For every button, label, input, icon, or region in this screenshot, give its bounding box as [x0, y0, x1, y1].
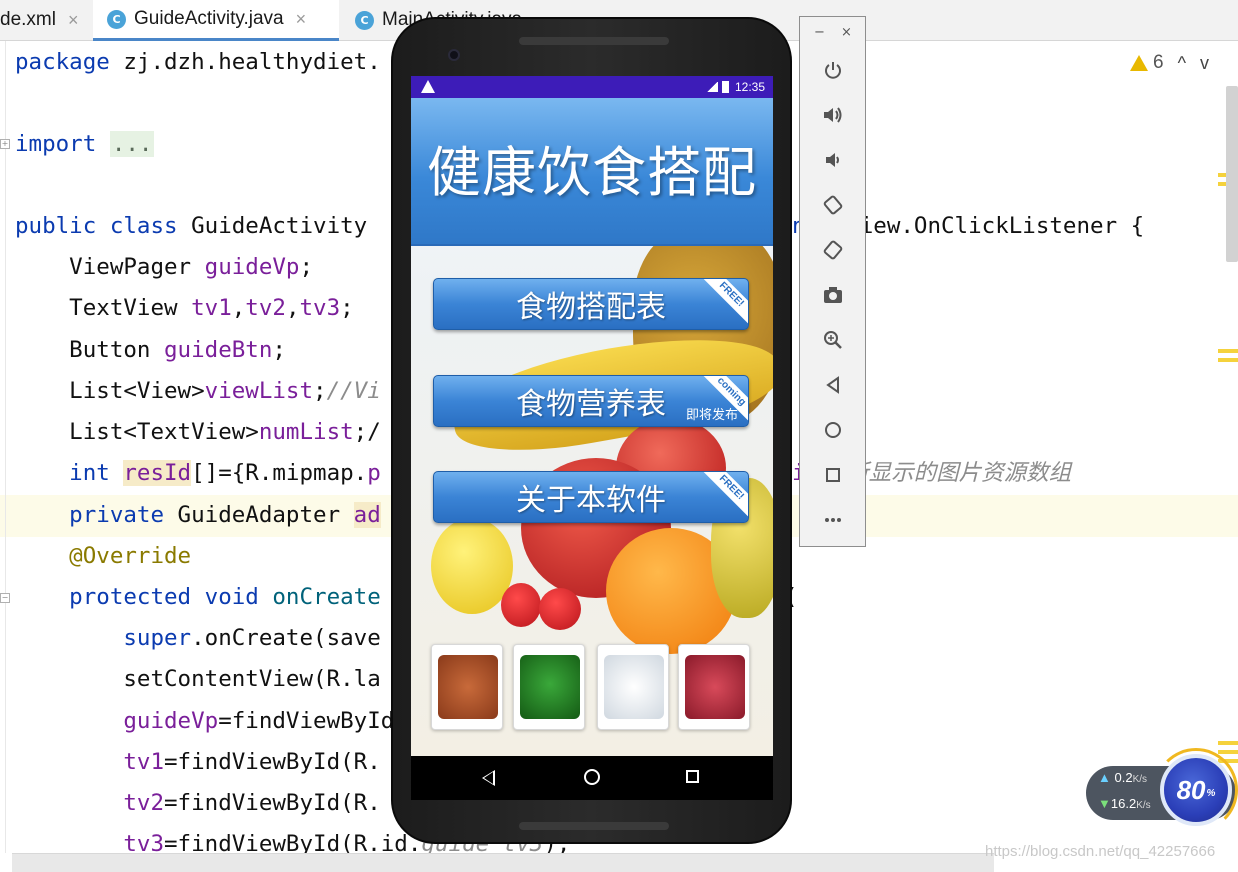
- code-line-viewpager[interactable]: ViewPager guideVp;: [15, 250, 313, 284]
- free-ribbon: FREE!: [700, 472, 748, 519]
- nav-recents-icon[interactable]: [686, 770, 699, 783]
- watermark-text: https://blog.csdn.net/qq_42257666: [985, 843, 1216, 860]
- code-line-oncreate[interactable]: protected void onCreate: [15, 580, 381, 614]
- code-line-numlist[interactable]: List<TextView>numList;/: [15, 415, 381, 449]
- download-speed: ▼16.2K/s: [1098, 796, 1151, 811]
- arrow-down-icon: ▼: [1098, 796, 1111, 811]
- beef-icon: [685, 655, 745, 719]
- code-line-button[interactable]: Button guideBtn;: [15, 333, 286, 367]
- thumbnail-crab[interactable]: [431, 644, 503, 730]
- code-line-1[interactable]: package zj.dzh.healthydiet.: [15, 45, 381, 79]
- guide-page[interactable]: 健康饮食搭配 食物搭配表 FREE! 食物营养表 coming 即将发布 关于本…: [411, 98, 773, 756]
- speaker-grille: [519, 822, 669, 830]
- strawberry-illustration: [501, 583, 541, 627]
- chevron-down-icon[interactable]: v: [1200, 53, 1209, 74]
- free-ribbon: FREE!: [700, 279, 748, 326]
- more-icon[interactable]: [820, 507, 846, 533]
- nav-back-icon[interactable]: [482, 770, 495, 786]
- code-line-viewlist[interactable]: List<View>viewList;//Vi: [15, 374, 381, 408]
- about-app-button[interactable]: 关于本软件 FREE!: [433, 471, 749, 523]
- editor-gutter: [5, 41, 6, 853]
- code-line-tv1[interactable]: tv1=findViewById(R.: [15, 745, 380, 779]
- title-banner: 健康饮食搭配: [411, 98, 773, 246]
- volume-up-icon[interactable]: [820, 102, 846, 128]
- vertical-scrollbar[interactable]: [1226, 86, 1238, 262]
- crab-icon: [438, 655, 498, 719]
- tab-guide-activity[interactable]: C GuideActivity.java ×: [93, 0, 339, 41]
- thumbnail-beef[interactable]: [678, 644, 750, 730]
- gauge-percent-sign: %: [1206, 787, 1216, 799]
- back-icon[interactable]: [820, 372, 846, 398]
- warning-marker[interactable]: [1218, 349, 1238, 353]
- fold-expand-icon[interactable]: +: [0, 139, 10, 149]
- warning-marker[interactable]: [1218, 358, 1238, 362]
- upload-speed: ▲ 0.2K/s: [1098, 770, 1148, 785]
- tab-label: de.xml: [0, 9, 56, 30]
- tab-close-icon[interactable]: ×: [68, 10, 79, 31]
- overview-icon[interactable]: [820, 462, 846, 488]
- memory-usage-gauge[interactable]: 80%: [1160, 754, 1232, 826]
- tab-close-icon[interactable]: ×: [296, 9, 307, 30]
- code-line-override[interactable]: @Override: [15, 539, 191, 573]
- volume-down-icon[interactable]: [820, 147, 846, 173]
- code-line-setcontent[interactable]: setContentView(R.la: [15, 662, 380, 696]
- front-camera: [448, 49, 460, 61]
- thumbnail-spinach[interactable]: [513, 644, 585, 730]
- button-label: 食物营养表: [516, 387, 666, 422]
- coming-soon-label: 即将发布: [685, 408, 738, 423]
- camera-icon[interactable]: [820, 282, 846, 308]
- folded-imports[interactable]: ...: [109, 131, 155, 157]
- device-screen[interactable]: 12:35 健康饮食搭配 食物搭配表 FREE! 食物营养表 coming 即将…: [411, 76, 773, 800]
- thumbnail-eggs[interactable]: [597, 644, 669, 730]
- code-line-resid[interactable]: int resId[]={R.mipmap.p: [15, 456, 381, 490]
- app-title: 健康饮食搭配: [427, 141, 757, 204]
- tab-label: GuideActivity.java: [134, 8, 284, 29]
- button-label: 关于本软件: [516, 483, 666, 518]
- emulator-phone-frame: 12:35 健康饮食搭配 食物搭配表 FREE! 食物营养表 coming 即将…: [391, 17, 792, 844]
- java-class-icon: C: [355, 10, 374, 30]
- code-line-guidevp[interactable]: guideVp=findViewById(R.: [15, 704, 435, 738]
- home-icon[interactable]: [820, 417, 846, 443]
- close-icon[interactable]: ×: [841, 25, 852, 40]
- eggs-icon: [604, 655, 664, 719]
- code-line-textview[interactable]: TextView tv1,tv2,tv3;: [15, 291, 354, 325]
- warning-marker[interactable]: [1218, 741, 1238, 745]
- warning-icon: [1130, 55, 1148, 71]
- nav-home-icon[interactable]: [584, 769, 600, 785]
- battery-icon: [721, 81, 729, 93]
- gauge-value: 80: [1176, 774, 1206, 805]
- warning-marker[interactable]: [1218, 750, 1238, 754]
- alert-icon: [421, 80, 435, 93]
- status-time: 12:35: [734, 80, 765, 94]
- chevron-up-icon[interactable]: ^: [1178, 53, 1186, 74]
- java-class-icon: C: [107, 9, 126, 29]
- fold-collapse-icon[interactable]: −: [0, 593, 10, 603]
- horizontal-scrollbar[interactable]: [12, 853, 994, 872]
- power-icon[interactable]: [820, 57, 846, 83]
- code-line-super[interactable]: super.onCreate(save: [15, 621, 380, 655]
- minimize-icon[interactable]: −: [814, 25, 825, 40]
- speaker-grille: [519, 37, 669, 45]
- food-nutrition-button[interactable]: 食物营养表 coming 即将发布: [433, 375, 749, 427]
- rotate-left-icon[interactable]: [820, 192, 846, 218]
- android-nav-bar: [411, 756, 773, 800]
- arrow-up-icon: ▲: [1098, 770, 1111, 785]
- emulator-toolbar: − ×: [799, 16, 866, 547]
- spinach-icon: [520, 655, 580, 719]
- zoom-icon[interactable]: [820, 327, 846, 353]
- rotate-right-icon[interactable]: [820, 237, 846, 263]
- status-bar: 12:35: [411, 76, 773, 98]
- food-pairing-button[interactable]: 食物搭配表 FREE!: [433, 278, 749, 330]
- tab-layout-xml[interactable]: de.xml ×: [0, 0, 92, 40]
- code-line-class[interactable]: public class GuideActivity: [15, 209, 381, 243]
- signal-icon: [705, 82, 718, 92]
- warning-count: 6: [1153, 52, 1164, 73]
- button-label: 食物搭配表: [516, 290, 666, 325]
- code-line-tv2[interactable]: tv2=findViewById(R.: [15, 786, 380, 820]
- strawberry-illustration: [539, 588, 581, 630]
- inspection-widget[interactable]: 6 ^ v: [1130, 52, 1209, 74]
- code-line-adapter[interactable]: private GuideAdapter ad: [15, 498, 381, 532]
- code-line-import[interactable]: import ...: [15, 127, 155, 161]
